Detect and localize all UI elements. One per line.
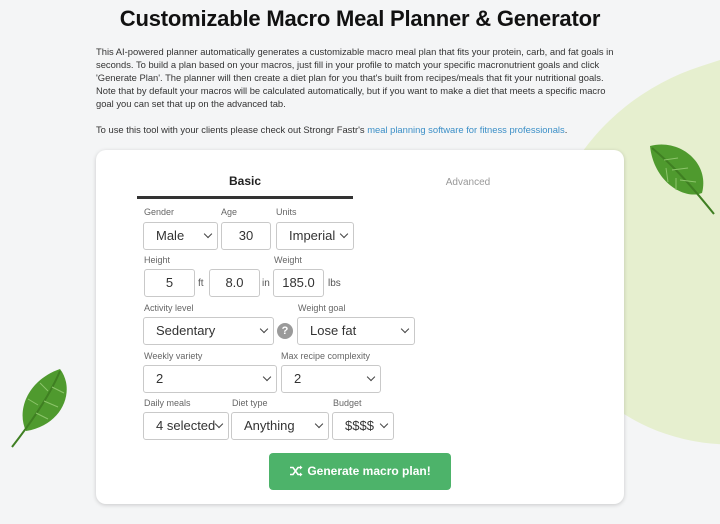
complexity-label: Max recipe complexity [281,351,371,361]
intro-text: This AI-powered planner automatically ge… [96,45,624,136]
inches-unit: in [262,278,270,289]
clients-prefix: To use this tool with your clients pleas… [96,124,368,135]
variety-select[interactable]: 2 [143,365,277,393]
age-label: Age [221,207,238,217]
page-title: Customizable Macro Meal Planner & Genera… [119,6,601,31]
activity-value: Sedentary [156,323,216,338]
gender-select[interactable]: Male [143,222,218,250]
units-select[interactable]: Imperial [276,222,354,250]
tab-basic[interactable]: Basic [137,174,353,188]
weight-unit: lbs [328,278,341,289]
intro-paragraph: This AI-powered planner automatically ge… [96,46,614,109]
chevron-down-icon [366,372,376,382]
clients-paragraph: To use this tool with your clients pleas… [96,123,624,136]
diet-select[interactable]: Anything [231,412,329,440]
meals-value: 4 selected [156,418,216,433]
chevron-down-icon [400,324,410,334]
chevron-down-icon [314,419,324,429]
weight-input[interactable]: 185.0 [273,269,324,297]
pro-software-link[interactable]: meal planning software for fitness profe… [367,124,565,135]
generate-plan-button[interactable]: Generate macro plan! [269,453,451,490]
height-feet-input[interactable]: 5 [144,269,195,297]
budget-select[interactable]: $$$$ [332,412,394,440]
feet-unit: ft [198,278,204,289]
question-icon[interactable]: ? [277,323,293,339]
age-input[interactable]: 30 [221,222,271,250]
spinach-leaf-icon [11,369,67,448]
tab-advanced[interactable]: Advanced [396,177,540,188]
generate-button-label: Generate macro plan! [307,464,431,478]
diet-label: Diet type [232,398,268,408]
activity-label: Activity level [144,303,194,313]
activity-select[interactable]: Sedentary [143,317,274,345]
complexity-select[interactable]: 2 [281,365,381,393]
gender-value: Male [156,228,185,243]
variety-value: 2 [156,371,164,386]
weight-label: Weight [274,255,302,265]
chevron-down-icon [259,324,269,334]
spinach-leaf-icon [650,144,715,215]
chevron-down-icon [379,419,389,429]
units-label: Units [276,207,297,217]
chevron-down-icon [262,372,272,382]
units-value: Imperial [289,228,336,243]
budget-label: Budget [333,398,362,408]
weight-goal-value: Lose fat [310,323,357,338]
meals-select[interactable]: 4 selected [143,412,229,440]
diet-value: Anything [244,418,295,433]
height-inches-input[interactable]: 8.0 [209,269,260,297]
clients-suffix: . [564,124,568,135]
weight-goal-select[interactable]: Lose fat [297,317,415,345]
weight-goal-label: Weight goal [298,303,346,313]
variety-label: Weekly variety [144,351,203,361]
gender-label: Gender [144,207,175,217]
budget-value: $$$$ [345,418,374,433]
meals-label: Daily meals [144,398,191,408]
height-label: Height [144,255,171,265]
chevron-down-icon [203,229,213,239]
complexity-value: 2 [294,371,302,386]
shuffle-icon [290,465,303,477]
tab-active-indicator [137,196,353,199]
chevron-down-icon [214,419,224,429]
chevron-down-icon [339,229,349,239]
planner-card: Basic Advanced Gender Male Age 30 Units … [96,150,624,504]
